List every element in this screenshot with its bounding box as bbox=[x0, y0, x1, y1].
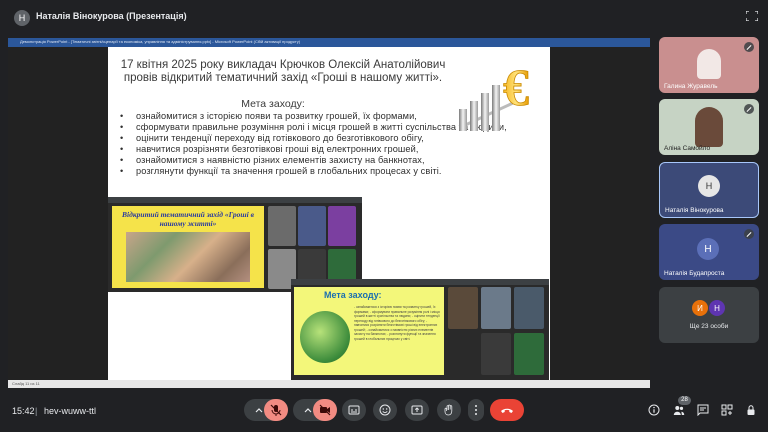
photo2-slide: Мета заходу: - ознайомитися з історією п… bbox=[294, 287, 444, 375]
photo-toolbar bbox=[108, 197, 362, 203]
goal-item: навчитися розрізняти безготівкові гроші … bbox=[118, 144, 538, 155]
video-tile bbox=[481, 333, 511, 375]
separator: | bbox=[35, 406, 38, 416]
participant-tile-natalia-presenter[interactable]: Н Наталія Вінокурова bbox=[659, 162, 759, 218]
mic-off-icon bbox=[744, 104, 754, 114]
mic-off-icon bbox=[744, 42, 754, 52]
participant-avatar: Н bbox=[709, 300, 725, 316]
meeting-code: hev-wuww-ttl bbox=[44, 406, 97, 416]
presentation-slide: 17 квітня 2025 року викладач Крючков Оле… bbox=[108, 47, 550, 380]
participant-name: Наталія Будапроста bbox=[664, 270, 725, 277]
activities-icon[interactable] bbox=[721, 404, 733, 416]
video-tile bbox=[298, 206, 326, 246]
slideshow-right-margin bbox=[550, 47, 650, 380]
captions-icon bbox=[348, 405, 360, 415]
slideshow-left-margin bbox=[8, 47, 108, 380]
participant-avatar: Н bbox=[697, 238, 719, 260]
mic-toggle-button[interactable] bbox=[264, 399, 288, 421]
chevron-up-icon[interactable] bbox=[255, 407, 263, 413]
raise-hand-button[interactable] bbox=[437, 399, 461, 421]
participant-name: Наталія Вінокурова bbox=[665, 207, 724, 214]
slide-subheading: Мета заходу: bbox=[241, 98, 305, 110]
lock-host-controls-icon[interactable] bbox=[745, 404, 757, 416]
more-participants-tile[interactable]: И Н Ще 23 особи bbox=[659, 287, 759, 343]
people-icon[interactable] bbox=[673, 404, 685, 416]
more-participants-label: Ще 23 особи bbox=[689, 323, 729, 330]
present-icon bbox=[411, 405, 423, 415]
presenter-title: Наталія Вінокурова (Презентація) bbox=[36, 11, 187, 21]
present-screen-button[interactable] bbox=[405, 399, 429, 421]
participant-name: Аліна Самойло bbox=[664, 145, 711, 152]
mic-off-icon bbox=[270, 404, 282, 416]
participant-avatar: Н bbox=[698, 175, 720, 197]
video-tile bbox=[268, 206, 296, 246]
euro-growth-chart-icon: € bbox=[459, 60, 529, 131]
more-vert-icon bbox=[475, 405, 477, 415]
meeting-info-icon[interactable] bbox=[648, 404, 660, 416]
participant-name: Галина Журавель bbox=[664, 83, 718, 90]
camera-off-icon bbox=[319, 404, 331, 416]
participant-tile-alina[interactable]: Аліна Самойло bbox=[659, 99, 759, 155]
phone-hangup-icon bbox=[501, 408, 513, 413]
banknotes-image bbox=[126, 232, 250, 282]
slide-heading: 17 квітня 2025 року викладач Крючков Оле… bbox=[120, 59, 446, 84]
meeting-photo-2: Мета заходу: - ознайомитися з історією п… bbox=[291, 279, 549, 380]
photo2-slide-text: - ознайомитися з історією появи та розви… bbox=[354, 305, 440, 341]
participant-tile-natalia-budaprosta[interactable]: Н Наталія Будапроста bbox=[659, 224, 759, 280]
video-tile bbox=[514, 287, 544, 329]
chat-icon[interactable] bbox=[697, 404, 709, 416]
meeting-photo-1: Відкритий тематичний захід «Гроші в нашо… bbox=[108, 197, 362, 292]
photo1-slide: Відкритий тематичний захід «Гроші в нашо… bbox=[112, 206, 264, 288]
participant-tile-galyna[interactable]: Галина Журавель bbox=[659, 37, 759, 93]
captions-button[interactable] bbox=[342, 399, 366, 421]
participant-photo bbox=[697, 49, 721, 79]
powerpoint-window-title: Демонстрація PowerPoint - [Тематичні зві… bbox=[20, 39, 301, 44]
svg-text:€: € bbox=[503, 60, 529, 117]
video-tile bbox=[481, 287, 511, 329]
more-options-button[interactable] bbox=[468, 399, 484, 421]
camera-toggle-button[interactable] bbox=[313, 399, 337, 421]
leave-call-button[interactable] bbox=[490, 399, 524, 421]
hand-icon bbox=[444, 404, 453, 416]
video-tile bbox=[328, 206, 356, 246]
slide-counter: Слайд 11 из 11 bbox=[12, 381, 40, 386]
clock: 15:42 bbox=[12, 406, 35, 416]
goal-item: розглянути функції та значення грошей в … bbox=[118, 166, 538, 177]
video-tile bbox=[448, 333, 478, 375]
participants-count-badge: 28 bbox=[678, 396, 691, 405]
powerpoint-statusbar bbox=[8, 380, 650, 388]
emoji-icon bbox=[379, 404, 391, 416]
participant-avatar: И bbox=[692, 300, 708, 316]
presenter-avatar: Н bbox=[14, 10, 30, 26]
participant-photo bbox=[695, 107, 723, 147]
photo2-slide-title: Мета заходу: bbox=[324, 290, 382, 300]
goal-item: ознайомитися з наявністю різних елементі… bbox=[118, 155, 538, 166]
photo-toolbar bbox=[291, 279, 549, 285]
video-tile bbox=[448, 287, 478, 329]
reactions-button[interactable] bbox=[373, 399, 397, 421]
chevron-up-icon[interactable] bbox=[304, 407, 312, 413]
fullscreen-icon[interactable] bbox=[746, 11, 758, 21]
video-tile bbox=[514, 333, 544, 375]
green-globe-image bbox=[300, 311, 350, 363]
mic-off-icon bbox=[744, 229, 754, 239]
photo1-slide-title: Відкритий тематичний захід «Гроші в нашо… bbox=[122, 210, 254, 228]
